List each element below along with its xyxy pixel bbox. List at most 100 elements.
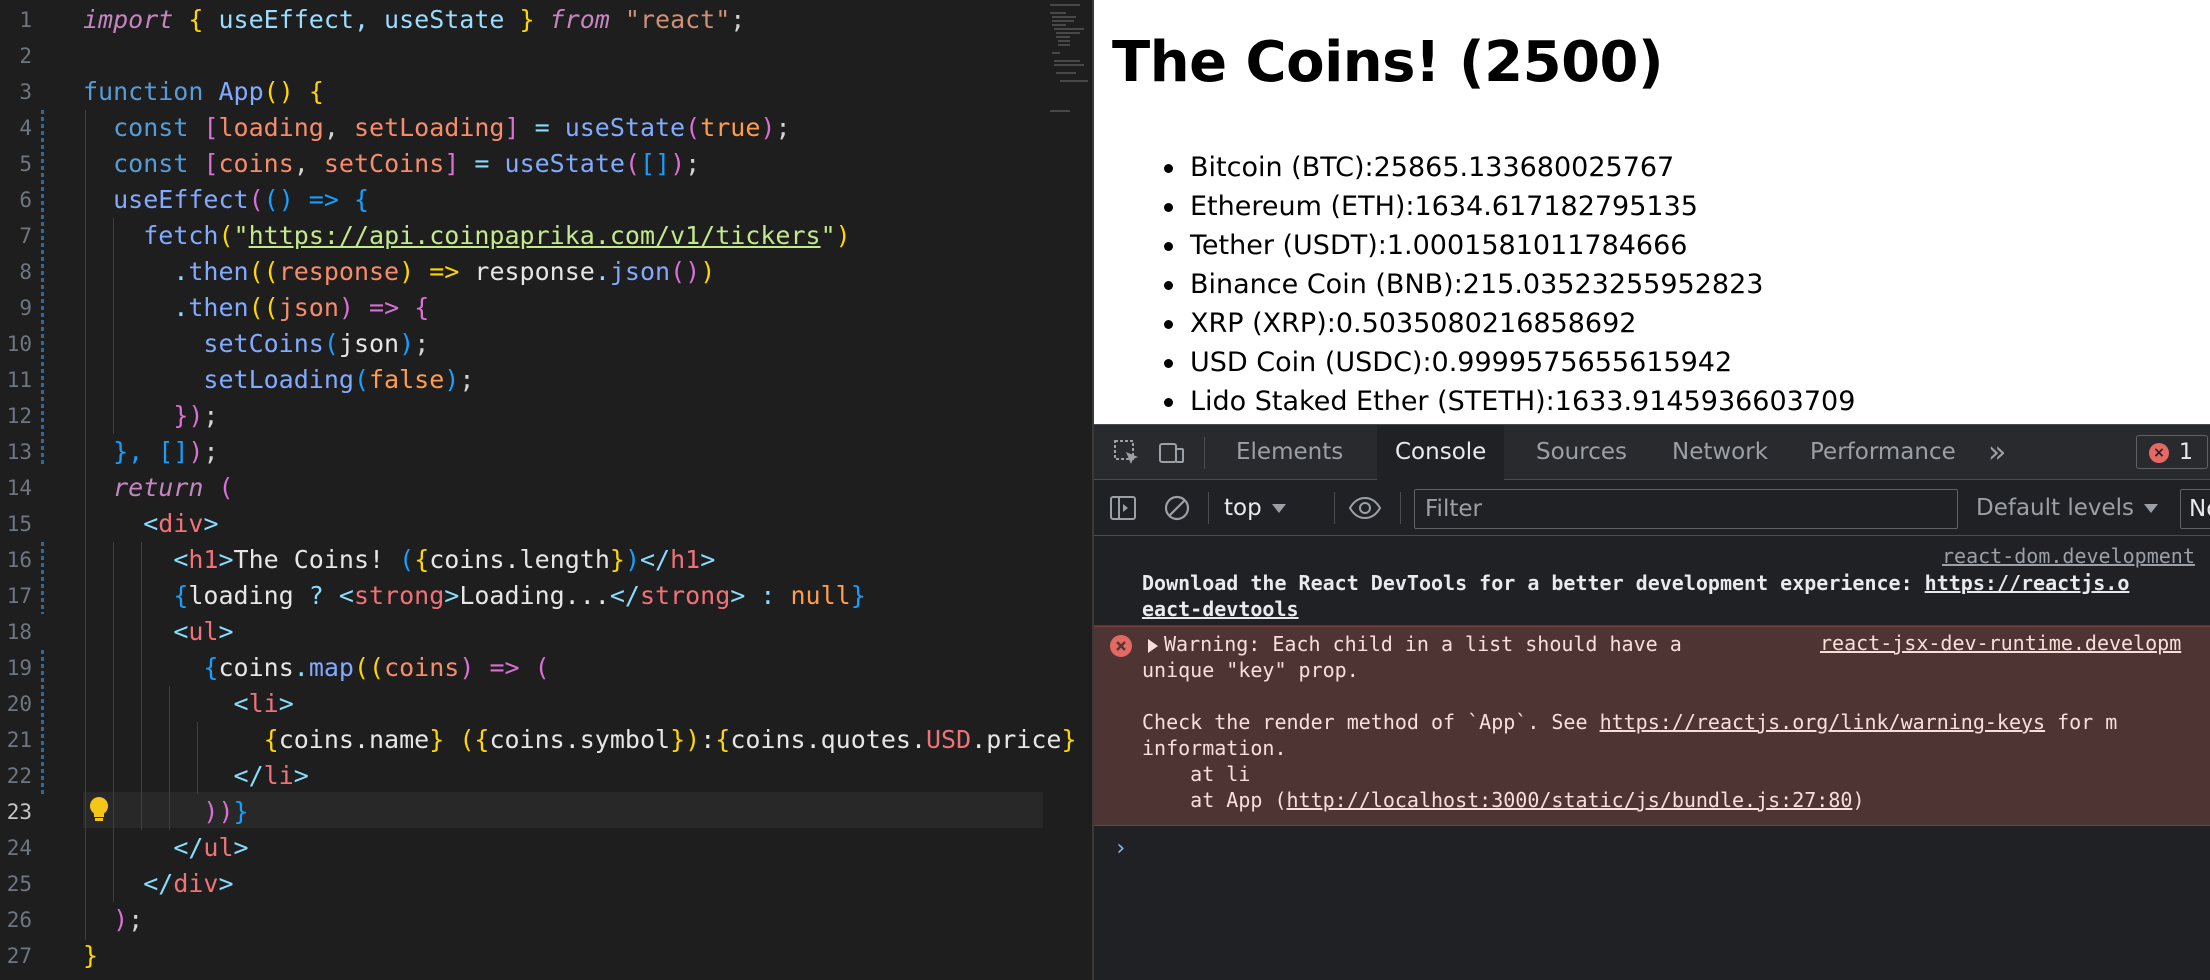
jsx-tag: li — [263, 761, 294, 790]
message-text-part: at App ( — [1142, 788, 1287, 812]
paren: ( — [323, 329, 339, 358]
brace: { — [474, 725, 490, 754]
jsx-tag: ul — [188, 617, 219, 646]
jsx-bracket: > — [700, 545, 716, 574]
punctuation: . — [293, 653, 309, 682]
brace: } — [1061, 725, 1077, 754]
code-line[interactable]: </li> — [83, 758, 309, 794]
code-line-active[interactable]: ))} — [83, 794, 248, 830]
console-prompt[interactable]: › — [1114, 836, 1127, 861]
context-selector[interactable]: top — [1224, 480, 1286, 536]
bracket: ] — [504, 113, 520, 142]
devtools-link[interactable]: https://reactjs.o — [1925, 571, 2130, 595]
brace: { — [414, 545, 430, 574]
line-number: 22 — [6, 764, 32, 788]
line-number: 26 — [6, 908, 32, 932]
message-text: Check the render method of `App`. See ht… — [1142, 709, 2117, 735]
brace: } — [83, 941, 99, 970]
arrow: ) => — [459, 653, 535, 682]
code-line[interactable]: .then((json) => { — [83, 290, 429, 326]
code-line[interactable]: <ul> — [83, 614, 234, 650]
code-line[interactable]: </ul> — [83, 830, 248, 866]
punctuation: ; — [128, 905, 144, 934]
filter-input[interactable]: Filter — [1414, 489, 1958, 529]
code-line[interactable]: const [loading, setLoading] = useState(t… — [83, 110, 790, 146]
message-text[interactable]: Warning: Each child in a list should hav… — [1148, 631, 1682, 657]
code-line[interactable]: } — [83, 938, 98, 974]
code-line[interactable]: useEffect(() => { — [83, 182, 369, 218]
identifier: setLoading — [353, 113, 505, 142]
code-line[interactable]: .then((response) => response.json()) — [83, 254, 715, 290]
code-line[interactable]: <li> — [83, 686, 294, 722]
jsx-bracket: > — [218, 617, 234, 646]
code-editor[interactable]: 1 2 3 4 5 6 7 8 9 10 11 12 13 14 15 16 1… — [0, 0, 1092, 980]
tab-elements[interactable]: Elements — [1218, 425, 1361, 480]
expression: coins.name — [278, 725, 430, 754]
tab-sources[interactable]: Sources — [1518, 425, 1645, 480]
code-line[interactable]: {loading ? <strong>Loading...</strong> :… — [83, 578, 865, 614]
code-line[interactable]: function App() { — [83, 74, 324, 110]
source-link[interactable]: react-dom.development — [1942, 544, 2195, 568]
issues-button[interactable]: No — [2180, 489, 2210, 529]
error-count: 1 — [2179, 440, 2193, 465]
code-line[interactable]: setCoins(json); — [83, 326, 429, 362]
log-levels-dropdown[interactable]: Default levels — [1976, 480, 2159, 536]
url-string[interactable]: https://api.coinpaprika.com/v1/tickers — [249, 221, 821, 250]
warning-keys-link[interactable]: https://reactjs.org/link/warning-keys — [1600, 710, 2046, 734]
bundle-link[interactable]: http://localhost:3000/static/js/bundle.j… — [1287, 788, 1853, 812]
code-line[interactable]: <div> — [83, 506, 218, 542]
jsx-bracket: > — [218, 869, 234, 898]
keyword: from — [549, 5, 610, 34]
more-tabs-button[interactable]: » — [1970, 425, 2024, 480]
function-call: setCoins — [203, 329, 324, 358]
code-line[interactable]: return ( — [83, 470, 233, 506]
device-toolbar-icon[interactable] — [1156, 438, 1186, 468]
paren: ) — [760, 113, 776, 142]
code-line[interactable]: {coins.map((coins) => ( — [83, 650, 549, 686]
tab-performance[interactable]: Performance — [1792, 425, 1974, 480]
code-line[interactable]: {coins.name} ({coins.symbol}):{coins.quo… — [83, 722, 1077, 758]
source-link[interactable]: react-jsx-dev-runtime.developm — [1820, 631, 2181, 655]
devtools-link[interactable]: eact-devtools — [1142, 596, 1299, 622]
page-viewport[interactable]: The Coins! (2500) Bitcoin (BTC):25865.13… — [1094, 0, 2210, 424]
line-number: 2 — [19, 44, 32, 68]
message-text: unique "key" prop. — [1142, 658, 1359, 682]
code-line[interactable]: setLoading(false); — [83, 362, 474, 398]
line-number: 7 — [19, 224, 32, 248]
jsx-bracket: </ — [143, 869, 174, 898]
identifier: coins — [218, 149, 294, 178]
tab-network[interactable]: Network — [1654, 425, 1786, 480]
clear-console-icon[interactable] — [1162, 493, 1192, 523]
list-item: Lido Staked Ether (STETH):1633.914593660… — [1164, 382, 1855, 421]
string: " — [233, 221, 249, 250]
line-number: 20 — [6, 692, 32, 716]
code-line[interactable]: const [coins, setCoins] = useState([]); — [83, 146, 700, 182]
code-line[interactable]: ); — [83, 902, 143, 938]
message-text: Download the React DevTools for a better… — [1142, 570, 2129, 596]
paren: ) — [399, 329, 415, 358]
minimap[interactable] — [1048, 0, 1088, 120]
git-change-marker — [41, 110, 44, 466]
jsx-bracket: < — [233, 689, 249, 718]
code-line[interactable]: </div> — [83, 866, 234, 902]
inspect-element-icon[interactable] — [1112, 438, 1142, 468]
console-output[interactable]: react-dom.development Download the React… — [1094, 536, 2210, 980]
tab-console[interactable]: Console — [1377, 425, 1505, 480]
expression: coins.quotes. — [730, 725, 926, 754]
code-line[interactable]: <h1>The Coins! ({coins.length})</h1> — [83, 542, 715, 578]
code-line[interactable]: }); — [83, 398, 218, 434]
sidebar-toggle-icon[interactable] — [1108, 493, 1138, 523]
eye-icon[interactable] — [1348, 493, 1382, 523]
brace: } — [609, 545, 625, 574]
line-number: 19 — [6, 656, 32, 680]
error-count-badge[interactable]: × 1 — [2136, 435, 2208, 469]
code-line[interactable]: }, []); — [83, 434, 218, 470]
stack-frame: at li — [1142, 762, 1251, 786]
paren: ) — [700, 257, 716, 286]
code-line[interactable]: fetch("https://api.coinpaprika.com/v1/ti… — [83, 218, 850, 254]
parameter: coins — [384, 653, 460, 682]
keyword: const — [113, 113, 189, 142]
expand-triangle-icon[interactable] — [1148, 638, 1158, 653]
code-line[interactable]: import { useEffect, useState } from "rea… — [83, 2, 745, 38]
brace: }, — [113, 437, 159, 466]
